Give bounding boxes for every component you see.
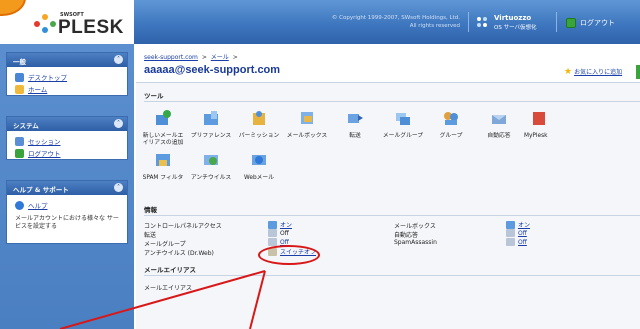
annotation-arrows — [59, 270, 266, 329]
